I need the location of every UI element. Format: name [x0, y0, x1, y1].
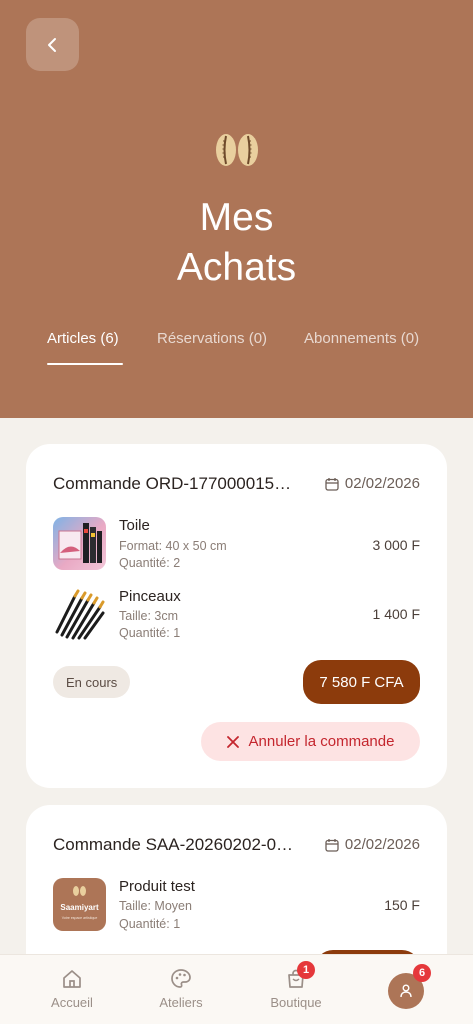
- tab-reservations[interactable]: Réservations (0): [157, 330, 267, 347]
- tab-bar: Articles (6) Réservations (0) Abonnement…: [0, 330, 473, 370]
- back-button[interactable]: [26, 18, 79, 71]
- page-title: Mes Achats: [0, 193, 473, 293]
- cowrie-shells-logo: [216, 134, 258, 166]
- page-title-line1: Mes: [199, 196, 274, 239]
- tab-abonnements[interactable]: Abonnements (0): [304, 330, 419, 347]
- order-date: 02/02/2026: [325, 836, 420, 853]
- product-quantity: Quantité: 1: [119, 917, 181, 931]
- product-thumbnail-produit-test: Saamiyart Votre espace artistique: [53, 878, 106, 931]
- page-header: Mes Achats Articles (6) Réservations (0)…: [0, 0, 473, 418]
- notification-count-badge: 6: [413, 964, 431, 982]
- nav-boutique[interactable]: Boutique 1: [251, 961, 341, 1010]
- product-name: Toile: [119, 517, 150, 534]
- page-title-line2: Achats: [176, 246, 297, 289]
- order-date-text: 02/02/2026: [344, 475, 420, 492]
- thumbnail-tagline: Votre espace artistique: [62, 916, 98, 920]
- nav-accueil[interactable]: Accueil: [27, 967, 117, 1010]
- product-thumbnail-toile: [53, 517, 106, 570]
- order-date-text: 02/02/2026: [344, 836, 420, 853]
- active-tab-indicator: [47, 363, 123, 365]
- nav-accueil-label: Accueil: [51, 995, 93, 1010]
- nav-ateliers[interactable]: Ateliers: [136, 967, 226, 1010]
- cart-count-badge: 1: [297, 961, 315, 979]
- order-date: 02/02/2026: [325, 475, 420, 492]
- product-quantity: Quantité: 2: [119, 556, 181, 570]
- bottom-navigation: Accueil Ateliers Boutique 1 6: [0, 954, 473, 1024]
- product-quantity: Quantité: 1: [119, 626, 181, 640]
- calendar-icon: [325, 477, 339, 491]
- product-price: 1 400 F: [372, 606, 420, 622]
- tab-articles[interactable]: Articles (6): [47, 330, 119, 347]
- product-variant: Taille: 3cm: [119, 609, 179, 623]
- nav-profile[interactable]: 6: [388, 964, 431, 1009]
- product-price: 150 F: [384, 897, 420, 913]
- product-price: 3 000 F: [372, 537, 420, 553]
- thumbnail-brand: Saamiyart: [60, 903, 99, 912]
- palette-icon: [171, 969, 191, 988]
- order-id: Commande ORD-177000015…: [53, 474, 292, 493]
- product-variant: Taille: Moyen: [119, 899, 192, 913]
- user-icon: [400, 984, 412, 998]
- product-name: Produit test: [119, 878, 195, 895]
- product-variant: Format: 40 x 50 cm: [119, 539, 227, 553]
- order-card[interactable]: Commande ORD-177000015… 02/02/2026 Toile…: [26, 444, 447, 788]
- order-id: Commande SAA-20260202-0…: [53, 835, 294, 854]
- cancel-order-button[interactable]: Annuler la commande: [201, 722, 420, 761]
- nav-ateliers-label: Ateliers: [159, 995, 203, 1010]
- nav-boutique-label: Boutique: [270, 995, 322, 1010]
- status-badge: En cours: [53, 666, 131, 698]
- product-thumbnail-pinceaux: [53, 588, 106, 641]
- order-total-button[interactable]: 7 580 F CFA: [303, 660, 420, 704]
- home-icon: [63, 970, 81, 988]
- cancel-order-label: Annuler la commande: [248, 733, 395, 750]
- calendar-icon: [325, 838, 339, 852]
- close-icon: [226, 735, 239, 748]
- chevron-left-icon: [47, 37, 56, 52]
- product-name: Pinceaux: [119, 588, 181, 605]
